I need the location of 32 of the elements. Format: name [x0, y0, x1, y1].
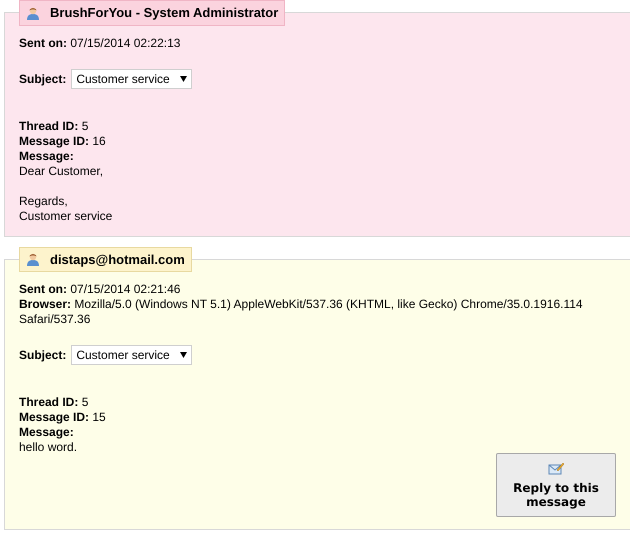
field-value: Mozilla/5.0 (Windows NT 5.1) AppleWebKit/537.36 (KHTML, like Gecko) Chrome/35.0.1916.114: [74, 297, 583, 311]
sender-label: distaps@hotmail.com: [19, 246, 192, 272]
field-label: Browser:: [19, 297, 72, 311]
dropdown-arrow-icon: [180, 352, 187, 358]
reply-button[interactable]: Reply to this message: [496, 453, 616, 517]
subject-dropdown[interactable]: Customer service: [71, 68, 192, 88]
field-value: 5: [82, 118, 88, 132]
subject-label: Subject:: [19, 70, 66, 88]
message-text: Regards, Customer service: [19, 194, 114, 224]
user-icon: [26, 252, 40, 266]
field-label: Sent on:: [19, 282, 67, 296]
field-value: 07/15/2014 02:21:46: [70, 282, 180, 296]
sender-label: BrushForYou - System Administrator: [19, 0, 286, 26]
message-label: Message:: [19, 148, 75, 164]
field-value: 16: [92, 134, 106, 148]
field-label: Message ID:: [19, 410, 90, 424]
envelope-pencil-icon: [548, 461, 564, 475]
subject-dropdown[interactable]: Customer service: [71, 345, 192, 365]
dropdown-arrow-icon: [180, 76, 187, 82]
field-value-continued: Safari/537.36: [19, 312, 92, 327]
message-text: hello word.: [19, 440, 78, 455]
subject-label: Subject:: [19, 347, 66, 364]
field-label: Thread ID:: [19, 395, 78, 409]
field-value: 07/15/2014 02:22:13: [70, 36, 180, 50]
field-value: 5: [82, 395, 88, 409]
message-label: Message:: [19, 425, 75, 440]
field-label: Message ID:: [19, 134, 90, 148]
user-icon: [26, 6, 40, 20]
field-label: Thread ID:: [19, 118, 78, 132]
message-text: Dear Customer,: [19, 164, 104, 178]
field-label: Sent on:: [19, 36, 67, 50]
field-value: 15: [92, 410, 106, 424]
